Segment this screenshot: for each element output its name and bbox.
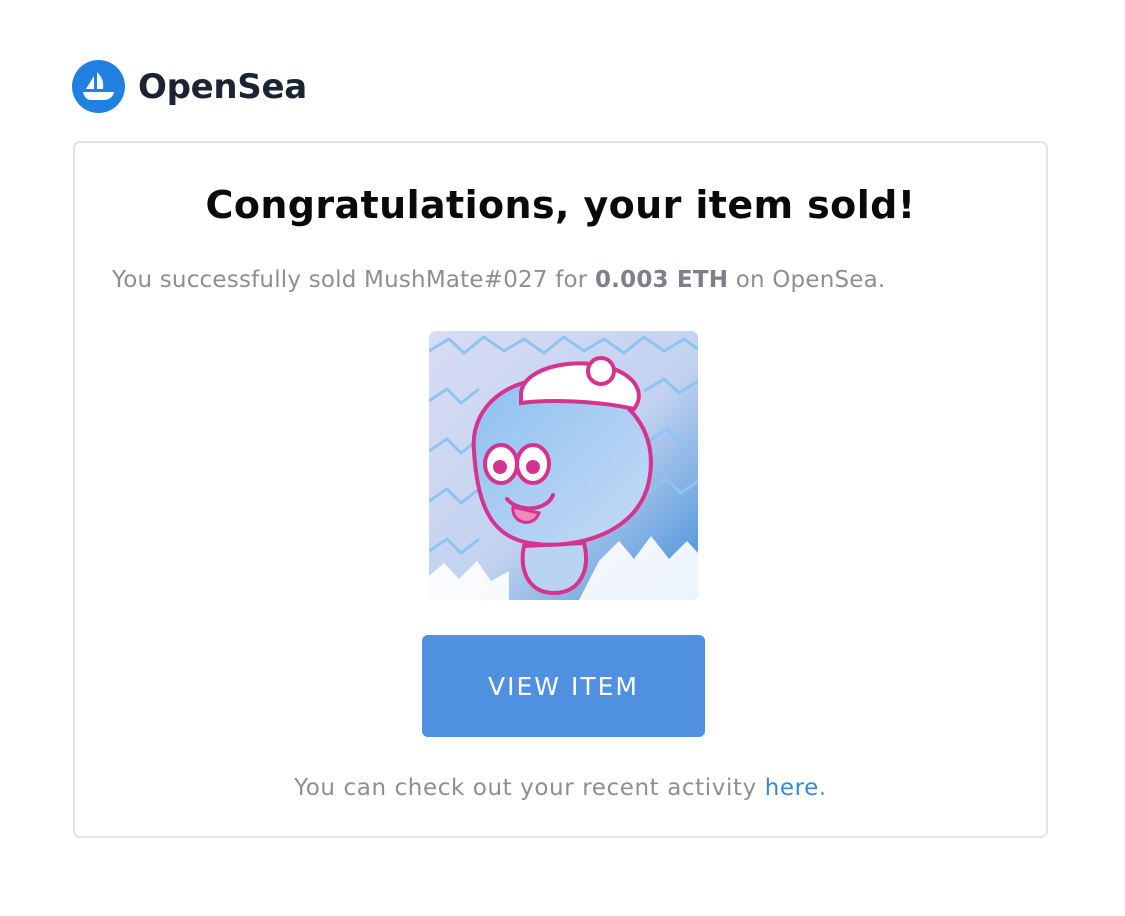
- footer-prefix: You can check out your recent activity: [294, 775, 765, 801]
- message-prefix: You successfully sold MushMate#027 for: [112, 267, 595, 293]
- mushroom-character-icon: [429, 331, 698, 600]
- recent-activity-link[interactable]: here: [765, 775, 819, 801]
- sale-notification-card: Congratulations, your item sold! You suc…: [73, 141, 1048, 838]
- opensea-logo-icon: [72, 60, 125, 113]
- sale-price: 0.003 ETH: [594, 267, 729, 293]
- nft-item-image[interactable]: [429, 331, 698, 600]
- message-suffix: on OpenSea.: [728, 267, 886, 293]
- footer-suffix: .: [818, 775, 827, 801]
- view-item-button[interactable]: VIEW ITEM: [422, 635, 705, 737]
- recent-activity-note: You can check out your recent activity h…: [75, 775, 1046, 801]
- sale-message: You successfully sold MushMate#027 for 0…: [112, 267, 885, 293]
- brand-header: OpenSea: [72, 60, 307, 113]
- brand-name: OpenSea: [138, 66, 307, 107]
- email-title: Congratulations, your item sold!: [205, 183, 916, 227]
